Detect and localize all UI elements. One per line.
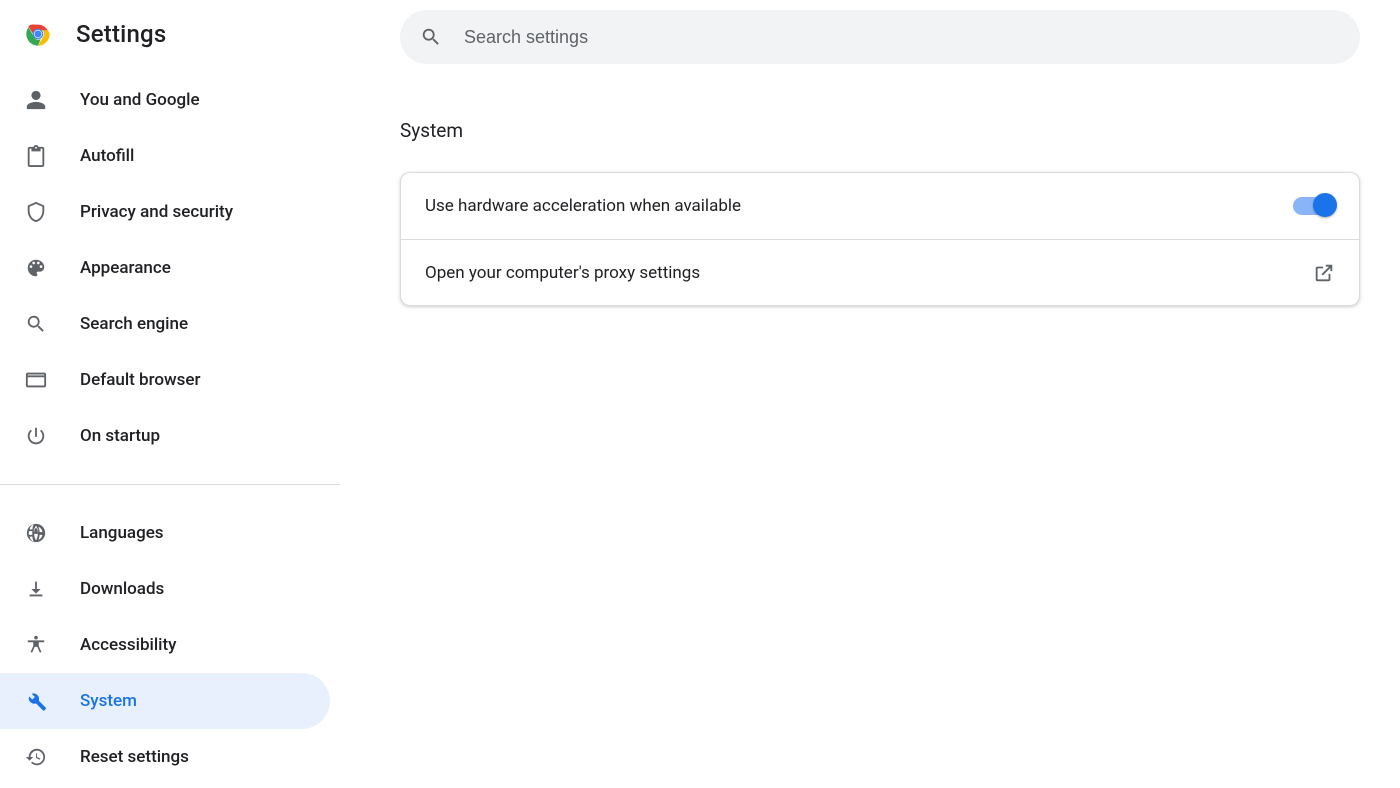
nav-label: Default browser	[80, 370, 201, 390]
nav-label: Downloads	[80, 579, 164, 599]
browser-icon	[24, 368, 48, 392]
row-proxy-settings[interactable]: Open your computer's proxy settings	[401, 239, 1359, 305]
globe-icon	[24, 521, 48, 545]
row-label: Use hardware acceleration when available	[425, 196, 741, 216]
nav-divider	[0, 484, 340, 485]
nav-label: Reset settings	[80, 747, 189, 767]
clipboard-icon	[24, 144, 48, 168]
toggle-hardware-accel[interactable]	[1293, 197, 1335, 215]
sidebar-item-reset[interactable]: Reset settings	[0, 729, 330, 785]
nav-label: You and Google	[80, 90, 200, 110]
nav-label: System	[80, 691, 137, 711]
sidebar: Settings You and Google Autofill Privacy…	[0, 0, 340, 788]
app-title: Settings	[76, 20, 166, 48]
nav-label: On startup	[80, 426, 160, 446]
search-icon	[420, 26, 442, 48]
sidebar-item-you-and-google[interactable]: You and Google	[0, 72, 330, 128]
brand: Settings	[0, 16, 340, 72]
sidebar-item-default-browser[interactable]: Default browser	[0, 352, 330, 408]
sidebar-item-appearance[interactable]: Appearance	[0, 240, 330, 296]
accessibility-icon	[24, 633, 48, 657]
sidebar-item-accessibility[interactable]: Accessibility	[0, 617, 330, 673]
power-icon	[24, 424, 48, 448]
sidebar-item-downloads[interactable]: Downloads	[0, 561, 330, 617]
nav-label: Accessibility	[80, 635, 177, 655]
restore-icon	[24, 745, 48, 769]
search-icon	[24, 312, 48, 336]
download-icon	[24, 577, 48, 601]
nav-label: Search engine	[80, 314, 188, 334]
row-hardware-accel[interactable]: Use hardware acceleration when available	[401, 173, 1359, 239]
chrome-logo-icon	[24, 20, 52, 48]
section-title: System	[400, 119, 1360, 142]
nav-label: Appearance	[80, 258, 171, 278]
person-icon	[24, 88, 48, 112]
search-input[interactable]	[462, 26, 1340, 49]
wrench-icon	[24, 689, 48, 713]
sidebar-item-languages[interactable]: Languages	[0, 505, 330, 561]
nav: You and Google Autofill Privacy and secu…	[0, 72, 340, 785]
sidebar-item-search-engine[interactable]: Search engine	[0, 296, 330, 352]
palette-icon	[24, 256, 48, 280]
sidebar-item-system[interactable]: System	[0, 673, 330, 729]
shield-icon	[24, 200, 48, 224]
sidebar-item-on-startup[interactable]: On startup	[0, 408, 330, 464]
settings-card: Use hardware acceleration when available…	[400, 172, 1360, 306]
nav-label: Autofill	[80, 146, 134, 166]
nav-label: Languages	[80, 523, 164, 543]
sidebar-item-autofill[interactable]: Autofill	[0, 128, 330, 184]
search-bar[interactable]	[400, 10, 1360, 64]
open-external-icon	[1313, 262, 1335, 284]
sidebar-item-privacy[interactable]: Privacy and security	[0, 184, 330, 240]
nav-label: Privacy and security	[80, 202, 233, 222]
main: System Use hardware acceleration when av…	[400, 10, 1360, 306]
row-label: Open your computer's proxy settings	[425, 263, 700, 283]
